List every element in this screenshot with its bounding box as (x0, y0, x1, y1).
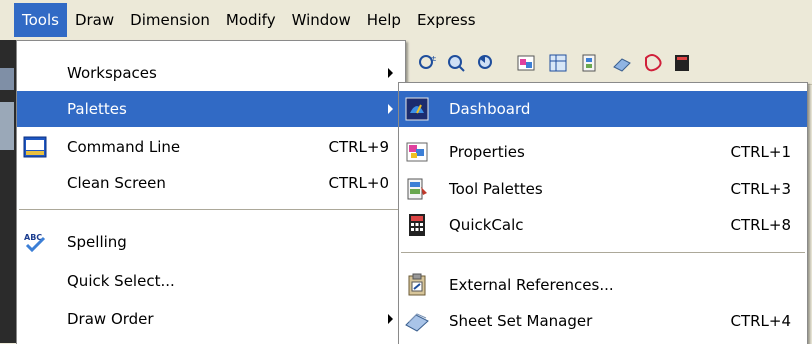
menu-item-external-references[interactable]: External References... (399, 267, 807, 303)
menu-item-sheet-set-manager[interactable]: Sheet Set Manager CTRL+4 (399, 303, 807, 339)
menu-draw[interactable]: Draw (67, 3, 122, 37)
properties-icon (406, 142, 428, 162)
menu-item-label: Command Line (67, 138, 181, 156)
menu-item-shortcut: CTRL+0 (328, 174, 389, 192)
menu-item-shortcut: CTRL+8 (730, 216, 791, 234)
zoom-realtime-icon[interactable]: ± (418, 53, 438, 73)
menu-item-properties[interactable]: Properties CTRL+1 (399, 134, 807, 170)
external-references-icon (408, 273, 426, 296)
menu-item-command-line[interactable]: Command Line CTRL+9 (17, 129, 405, 165)
menu-item-quick-select[interactable]: Quick Select... (17, 263, 405, 299)
dashboard-icon (405, 97, 429, 121)
menu-item-label: Dashboard (449, 100, 531, 118)
menu-item-spelling[interactable]: ABC Spelling (17, 224, 405, 260)
spelling-icon: ABC (24, 233, 46, 253)
quickcalc-toolbar-icon[interactable] (672, 53, 692, 73)
menu-item-shortcut: CTRL+4 (730, 312, 791, 330)
menu-tools[interactable]: Tools (14, 3, 67, 37)
menu-item-shortcut: CTRL+1 (730, 143, 791, 161)
menu-express[interactable]: Express (409, 3, 484, 37)
palettes-submenu: Dashboard Properties CTRL+1 Tool Palette… (398, 82, 808, 344)
menu-item-label: Properties (449, 143, 525, 161)
menu-item-label: Spelling (67, 233, 127, 251)
background-toolbar: ± (404, 40, 812, 85)
menu-item-tool-palettes[interactable]: Tool Palettes CTRL+3 (399, 171, 807, 207)
menu-item-label: Tool Palettes (449, 180, 543, 198)
menu-item-label: Palettes (67, 100, 127, 118)
menu-separator (19, 209, 403, 210)
menu-item-label: QuickCalc (449, 216, 524, 234)
menu-item-workspaces[interactable]: Workspaces (17, 55, 405, 91)
menu-item-shortcut: CTRL+3 (730, 180, 791, 198)
tools-menu: Workspaces Palettes Command Line CTRL+9 … (16, 40, 406, 344)
menu-item-label: External References... (449, 276, 614, 294)
menu-modify[interactable]: Modify (218, 3, 284, 37)
markup-icon[interactable] (642, 53, 662, 73)
menu-dimension[interactable]: Dimension (122, 3, 218, 37)
menu-item-label: Draw Order (67, 310, 154, 328)
menu-separator (401, 252, 805, 253)
sheet-set-toolbar-icon[interactable] (612, 53, 632, 73)
submenu-arrow-icon (388, 68, 393, 78)
calculator-icon (409, 214, 425, 236)
zoom-window-icon[interactable] (446, 53, 466, 73)
svg-text:±: ± (430, 54, 437, 63)
menu-window[interactable]: Window (284, 3, 359, 37)
sheet-set-manager-icon (405, 313, 429, 332)
menu-item-label: Sheet Set Manager (449, 312, 593, 330)
toolbar-fragment (0, 102, 14, 150)
menu-item-label: Workspaces (67, 64, 157, 82)
menu-item-label: Quick Select... (67, 272, 175, 290)
menu-item-quickcalc[interactable]: QuickCalc CTRL+8 (399, 207, 807, 243)
zoom-previous-icon[interactable] (476, 53, 496, 73)
command-line-icon (23, 136, 47, 158)
submenu-arrow-icon (388, 104, 393, 114)
menu-help[interactable]: Help (359, 3, 409, 37)
menu-item-dashboard[interactable]: Dashboard (399, 91, 807, 127)
menu-item-draw-order[interactable]: Draw Order (17, 301, 405, 337)
menu-bar: Tools Draw Dimension Modify Window Help … (0, 0, 812, 40)
design-center-icon[interactable] (548, 53, 568, 73)
menu-item-palettes[interactable]: Palettes (17, 91, 405, 127)
tool-palettes-toolbar-icon[interactable] (580, 53, 600, 73)
toolbar-fragment (0, 68, 14, 90)
drawing-area-edge (0, 40, 16, 343)
menu-item-clean-screen[interactable]: Clean Screen CTRL+0 (17, 165, 405, 201)
tool-palettes-icon (407, 178, 427, 200)
properties-toolbar-icon[interactable] (516, 53, 536, 73)
submenu-arrow-icon (388, 314, 393, 324)
menu-item-shortcut: CTRL+9 (328, 138, 389, 156)
menu-item-label: Clean Screen (67, 174, 166, 192)
